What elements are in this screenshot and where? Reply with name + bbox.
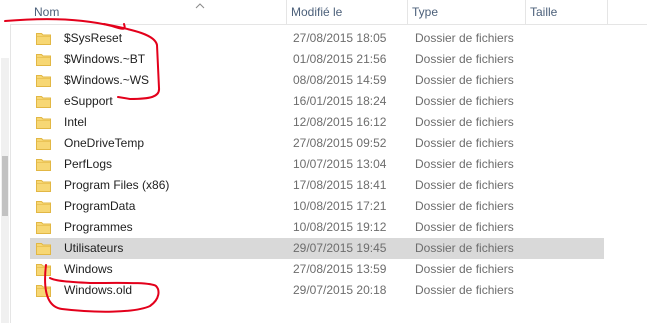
- file-type: Dossier de fichiers: [415, 262, 514, 276]
- list-item[interactable]: Intel 12/08/2015 16:12 Dossier de fichiers: [30, 112, 604, 133]
- list-item[interactable]: $Windows.~WS 08/08/2015 14:59 Dossier de f…: [30, 70, 604, 91]
- list-item[interactable]: Utilisateurs 29/07/2015 19:45 Dossier de f…: [30, 238, 604, 259]
- file-type: Dossier de fichiers: [415, 31, 514, 45]
- list-item[interactable]: Programmes 10/08/2015 19:12 Dossier de fic…: [30, 217, 604, 238]
- column-header-size[interactable]: Taille: [526, 0, 608, 24]
- file-modified: 17/08/2015 18:41: [293, 178, 387, 192]
- file-modified: 27/08/2015 13:59: [293, 262, 387, 276]
- file-type: Dossier de fichiers: [415, 94, 514, 108]
- file-modified: 29/07/2015 20:18: [293, 283, 387, 297]
- file-modified: 01/08/2015 21:56: [293, 52, 387, 66]
- file-modified: 12/08/2015 16:12: [293, 115, 387, 129]
- column-header-modified-label: Modifié le: [291, 5, 343, 19]
- folder-icon: [36, 159, 51, 171]
- folder-icon: [36, 201, 51, 213]
- column-header: Nom Modifié le Type Taille: [10, 0, 647, 25]
- file-modified: 29/07/2015 19:45: [293, 241, 387, 255]
- file-name: Programmes: [64, 220, 133, 234]
- folder-icon: [36, 54, 51, 66]
- file-name: OneDriveTemp: [64, 136, 145, 150]
- folder-icon: [36, 33, 51, 45]
- column-header-type-label: Type: [412, 5, 439, 19]
- file-name: Windows.old: [64, 283, 133, 297]
- file-type: Dossier de fichiers: [415, 220, 514, 234]
- folder-icon: [36, 117, 51, 129]
- column-header-size-label: Taille: [530, 5, 558, 19]
- folder-icon: [36, 243, 51, 255]
- file-modified: 27/08/2015 18:05: [293, 31, 387, 45]
- folder-icon: [36, 285, 51, 297]
- file-modified: 27/08/2015 09:52: [293, 136, 387, 150]
- file-modified: 08/08/2015 14:59: [293, 73, 387, 87]
- file-name: $SysReset: [64, 31, 123, 45]
- file-name: eSupport: [64, 94, 113, 108]
- column-header-modified[interactable]: Modifié le: [287, 0, 408, 24]
- column-header-type[interactable]: Type: [408, 0, 526, 24]
- folder-icon: [36, 222, 51, 234]
- file-name: ProgramData: [64, 199, 136, 213]
- column-header-name[interactable]: Nom: [30, 0, 287, 24]
- list-item[interactable]: PerfLogs 10/07/2015 13:04 Dossier de fichi…: [30, 154, 604, 175]
- list-item[interactable]: ProgramData 10/08/2015 17:21 Dossier de fi…: [30, 196, 604, 217]
- file-type: Dossier de fichiers: [415, 157, 514, 171]
- file-modified: 16/01/2015 18:24: [293, 94, 387, 108]
- file-modified: 10/08/2015 17:21: [293, 199, 387, 213]
- folder-icon: [36, 180, 51, 192]
- folder-icon: [36, 138, 51, 150]
- file-type: Dossier de fichiers: [415, 73, 514, 87]
- folder-icon: [36, 96, 51, 108]
- navigation-scrollbar[interactable]: [1, 58, 9, 323]
- file-type: Dossier de fichiers: [415, 241, 514, 255]
- file-type: Dossier de fichiers: [415, 283, 514, 297]
- list-item[interactable]: $Windows.~BT 01/08/2015 21:56 Dossier de f…: [30, 49, 604, 70]
- file-type: Dossier de fichiers: [415, 52, 514, 66]
- list-item[interactable]: Windows 27/08/2015 13:59 Dossier de fichie…: [30, 259, 604, 280]
- file-type: Dossier de fichiers: [415, 136, 514, 150]
- file-type: Dossier de fichiers: [415, 199, 514, 213]
- folder-icon: [36, 264, 51, 276]
- file-name: PerfLogs: [64, 157, 113, 171]
- navigation-pane-edge: [0, 0, 11, 323]
- navigation-scrollbar-thumb[interactable]: [2, 156, 8, 216]
- file-name: Intel: [64, 115, 87, 129]
- file-modified: 10/07/2015 13:04: [293, 157, 387, 171]
- file-name: $Windows.~WS: [64, 73, 150, 87]
- file-name: Program Files (x86): [64, 178, 170, 192]
- list-item[interactable]: Program Files (x86) 17/08/2015 18:41 Dossi…: [30, 175, 604, 196]
- sort-ascending-icon: [195, 3, 205, 9]
- list-item[interactable]: eSupport 16/01/2015 18:24 Dossier de fichi…: [30, 91, 604, 112]
- file-type: Dossier de fichiers: [415, 115, 514, 129]
- file-name: Windows: [64, 262, 113, 276]
- column-header-name-label: Nom: [34, 5, 60, 19]
- file-modified: 10/08/2015 19:12: [293, 220, 387, 234]
- file-name: $Windows.~BT: [64, 52, 146, 66]
- file-name: Utilisateurs: [64, 241, 124, 255]
- folder-icon: [36, 75, 51, 87]
- list-item[interactable]: $SysReset 27/08/2015 18:05 Dossier de fich…: [30, 28, 604, 49]
- file-type: Dossier de fichiers: [415, 178, 514, 192]
- list-item[interactable]: Windows.old 29/07/2015 20:18 Dossier de fi…: [30, 280, 604, 301]
- list-item[interactable]: OneDriveTemp 27/08/2015 09:52 Dossier de f…: [30, 133, 604, 154]
